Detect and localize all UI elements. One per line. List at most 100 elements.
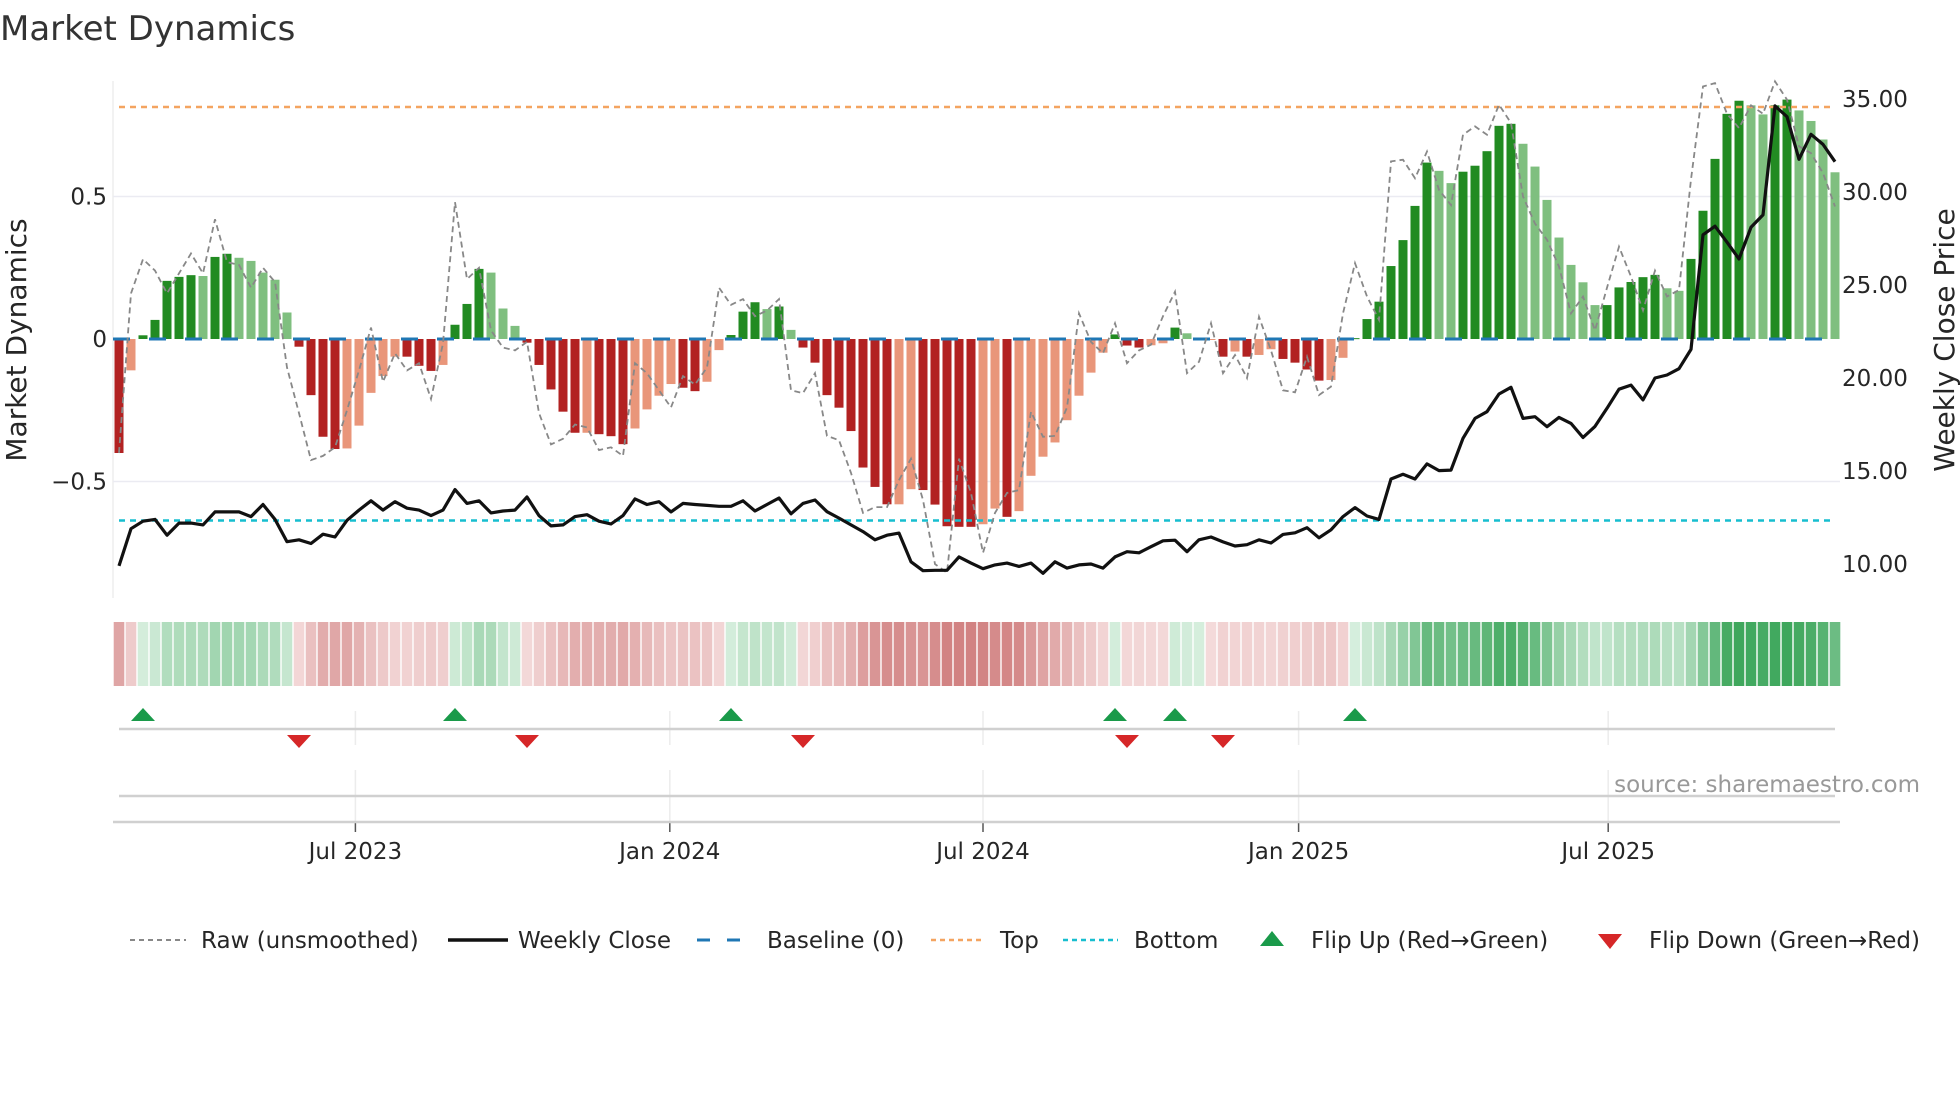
momentum-bar — [1482, 151, 1492, 339]
legend-close-label: Weekly Close — [518, 928, 671, 954]
flip-up-marker — [1103, 708, 1127, 721]
momentum-bar — [618, 339, 628, 445]
heat-cell — [725, 622, 737, 686]
heat-cell — [1085, 622, 1097, 686]
momentum-bar — [1710, 158, 1720, 339]
momentum-bar — [1230, 339, 1240, 352]
momentum-bar — [882, 339, 892, 505]
heat-cell — [1349, 622, 1361, 686]
momentum-bar — [750, 302, 760, 339]
momentum-bar — [930, 339, 940, 505]
heat-cell — [1745, 622, 1757, 686]
momentum-bar — [1362, 319, 1372, 339]
momentum-bar — [390, 339, 400, 357]
momentum-bar — [1398, 240, 1408, 339]
momentum-bar — [1074, 339, 1084, 396]
heat-cell — [329, 622, 341, 686]
heat-cell — [437, 622, 449, 686]
momentum-bar — [330, 339, 340, 450]
heat-cell — [1469, 622, 1481, 686]
heat-cell — [269, 622, 281, 686]
heat-cell — [389, 622, 401, 686]
heat-cell — [581, 622, 593, 686]
heat-cell — [449, 622, 461, 686]
right-axis-ticks: 35.00 30.00 25.00 20.00 15.00 10.00 — [1842, 87, 1908, 578]
heat-cell — [461, 622, 473, 686]
momentum-bar — [378, 339, 388, 377]
legend-raw-label: Raw (unsmoothed) — [201, 928, 419, 954]
legend-item-bottom: Bottom — [1063, 928, 1218, 954]
y2-tick-label: 15.00 — [1842, 459, 1908, 485]
heat-cell — [593, 622, 605, 686]
x-tick-label: Jul 2025 — [1559, 839, 1655, 865]
momentum-bar — [1590, 305, 1600, 339]
momentum-bar — [282, 312, 292, 339]
momentum-bar — [1626, 282, 1636, 339]
flip-down-triangle-icon — [1598, 934, 1622, 949]
momentum-bar — [606, 339, 616, 437]
momentum-bar — [762, 309, 772, 339]
momentum-bar — [1458, 171, 1468, 339]
heat-cell — [1565, 622, 1577, 686]
legend-item-close: Weekly Close — [448, 928, 671, 954]
momentum-bar — [582, 339, 592, 433]
heat-cell — [617, 622, 629, 686]
momentum-bar — [174, 276, 184, 339]
heat-cell — [1445, 622, 1457, 686]
momentum-bar — [1218, 339, 1228, 357]
heat-cell — [209, 622, 221, 686]
heat-cell — [137, 622, 149, 686]
heat-cell — [1229, 622, 1241, 686]
chart-title: Market Dynamics — [0, 9, 295, 49]
momentum-bar — [402, 339, 412, 357]
legend-flip-up-label: Flip Up (Red→Green) — [1311, 928, 1548, 954]
momentum-bar — [1254, 339, 1264, 355]
momentum-bar — [846, 339, 856, 432]
heat-cell — [1313, 622, 1325, 686]
momentum-bar — [810, 339, 820, 363]
heat-cell — [689, 622, 701, 686]
heat-cell — [1553, 622, 1565, 686]
heat-cell — [1037, 622, 1049, 686]
heat-cell — [761, 622, 773, 686]
heat-cell — [1289, 622, 1301, 686]
heat-cell — [1433, 622, 1445, 686]
momentum-bar — [1542, 199, 1552, 339]
momentum-bar — [1722, 113, 1732, 339]
heat-cell — [1145, 622, 1157, 686]
momentum-bar — [954, 339, 964, 527]
momentum-bar — [1326, 339, 1336, 381]
heat-cell — [1361, 622, 1373, 686]
heat-cell — [305, 622, 317, 686]
momentum-bar — [1734, 100, 1744, 340]
legend: Raw (unsmoothed) Weekly Close Baseline (… — [130, 928, 1920, 954]
heat-cell — [1169, 622, 1181, 686]
momentum-bar — [1530, 166, 1540, 339]
heat-cell — [341, 622, 353, 686]
momentum-bar — [858, 339, 868, 468]
heat-cell — [797, 622, 809, 686]
heat-cell — [1817, 622, 1829, 686]
y-axis-label: Market Dynamics — [0, 218, 33, 461]
heat-cell — [1073, 622, 1085, 686]
momentum-bar — [1650, 274, 1660, 339]
momentum-bar — [1674, 290, 1684, 339]
momentum-bar — [1278, 339, 1288, 359]
heat-cell — [869, 622, 881, 686]
momentum-bar — [1410, 205, 1420, 339]
heat-cell — [929, 622, 941, 686]
heat-cell — [1301, 622, 1313, 686]
momentum-bar — [126, 339, 136, 371]
momentum-bar — [546, 339, 556, 390]
momentum-bar — [1002, 339, 1012, 517]
heat-cell — [1157, 622, 1169, 686]
momentum-bar — [342, 339, 352, 449]
momentum-bar — [1554, 237, 1564, 339]
flip-up-marker — [443, 708, 467, 721]
heat-cell — [161, 622, 173, 686]
x-tick-label: Jan 2024 — [617, 839, 720, 865]
heat-cell — [857, 622, 869, 686]
heat-cell — [1457, 622, 1469, 686]
momentum-bar — [678, 339, 688, 388]
momentum-bar — [774, 306, 784, 339]
